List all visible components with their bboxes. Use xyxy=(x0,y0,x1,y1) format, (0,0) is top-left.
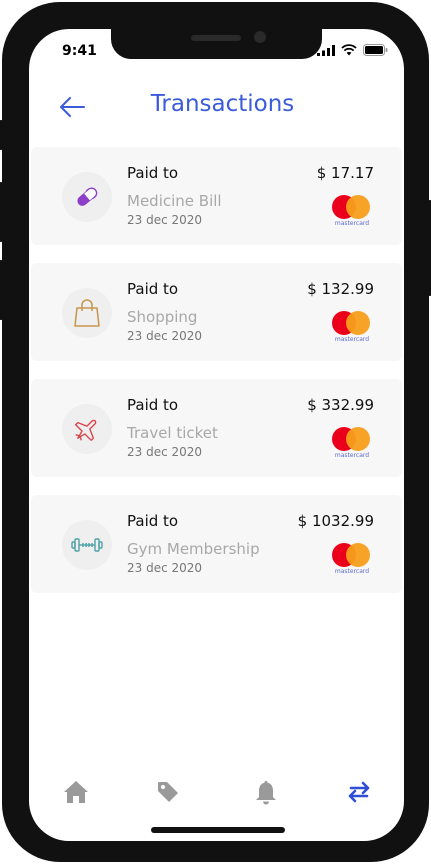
shopping-bag-icon xyxy=(74,299,100,327)
merchant-name: Medicine Bill xyxy=(127,192,222,210)
nav-home[interactable] xyxy=(58,774,94,810)
page-title: Transactions xyxy=(150,91,295,117)
phone-frame: 9:41 Transactions Paid to Medicine Bill … xyxy=(0,2,431,862)
volume-up-button xyxy=(0,182,4,242)
wifi-icon xyxy=(341,44,357,56)
merchant-name: Travel ticket xyxy=(127,424,218,442)
category-icon-circle xyxy=(62,172,112,222)
transaction-card[interactable]: Paid to Travel ticket 23 dec 2020 $ 332.… xyxy=(31,379,402,477)
status-icons xyxy=(317,44,388,56)
mastercard-wordmark: mastercard xyxy=(334,452,370,459)
paid-to-label: Paid to xyxy=(127,280,179,298)
nav-notifications[interactable] xyxy=(248,774,284,810)
bottom-nav xyxy=(29,774,404,810)
mastercard-orange-circle xyxy=(346,543,370,567)
transfer-icon xyxy=(348,781,370,803)
mastercard-logo: mastercard xyxy=(332,543,372,577)
transaction-amount: $ 332.99 xyxy=(307,396,374,414)
transaction-date: 23 dec 2020 xyxy=(127,213,203,227)
camera xyxy=(254,31,266,43)
home-indicator xyxy=(151,827,285,833)
transaction-amount: $ 17.17 xyxy=(316,164,374,182)
bell-icon xyxy=(256,781,276,805)
power-button xyxy=(427,200,431,296)
signal-icon xyxy=(317,44,335,56)
category-icon-circle xyxy=(62,404,112,454)
mastercard-logo: mastercard xyxy=(332,195,372,229)
home-icon xyxy=(64,781,88,803)
status-time: 9:41 xyxy=(62,43,97,59)
transaction-card[interactable]: Paid to Gym Membership 23 dec 2020 $ 103… xyxy=(31,495,402,593)
mastercard-logo: mastercard xyxy=(332,311,372,345)
nav-tags[interactable] xyxy=(150,774,186,810)
transaction-amount: $ 132.99 xyxy=(307,280,374,298)
tag-icon xyxy=(158,782,178,802)
nav-transactions[interactable] xyxy=(341,774,377,810)
merchant-name: Shopping xyxy=(127,308,198,326)
mastercard-wordmark: mastercard xyxy=(334,336,370,343)
battery-icon xyxy=(363,44,388,56)
mastercard-orange-circle xyxy=(346,427,370,451)
screen: 9:41 Transactions Paid to Medicine Bill … xyxy=(29,29,404,841)
category-icon-circle xyxy=(62,288,112,338)
mastercard-logo: mastercard xyxy=(332,427,372,461)
pill-icon xyxy=(77,187,98,206)
paid-to-label: Paid to xyxy=(127,164,179,182)
mastercard-wordmark: mastercard xyxy=(334,220,370,227)
dumbbell-icon xyxy=(71,538,103,552)
paid-to-label: Paid to xyxy=(127,512,179,530)
mastercard-orange-circle xyxy=(346,195,370,219)
speaker xyxy=(191,35,241,41)
transaction-card[interactable]: Paid to Medicine Bill 23 dec 2020 $ 17.1… xyxy=(31,147,402,245)
merchant-name: Gym Membership xyxy=(127,540,260,558)
mastercard-wordmark: mastercard xyxy=(334,568,370,575)
transaction-amount: $ 1032.99 xyxy=(297,512,374,530)
volume-down-button xyxy=(0,260,4,320)
transaction-date: 23 dec 2020 xyxy=(127,445,203,459)
mute-switch xyxy=(0,120,4,150)
transaction-date: 23 dec 2020 xyxy=(127,561,203,575)
airplane-icon xyxy=(74,419,97,442)
notch xyxy=(111,29,322,59)
transaction-card[interactable]: Paid to Shopping 23 dec 2020 $ 132.99 ma… xyxy=(31,263,402,361)
mastercard-orange-circle xyxy=(346,311,370,335)
transaction-date: 23 dec 2020 xyxy=(127,329,203,343)
paid-to-label: Paid to xyxy=(127,396,179,414)
category-icon-circle xyxy=(62,520,112,570)
